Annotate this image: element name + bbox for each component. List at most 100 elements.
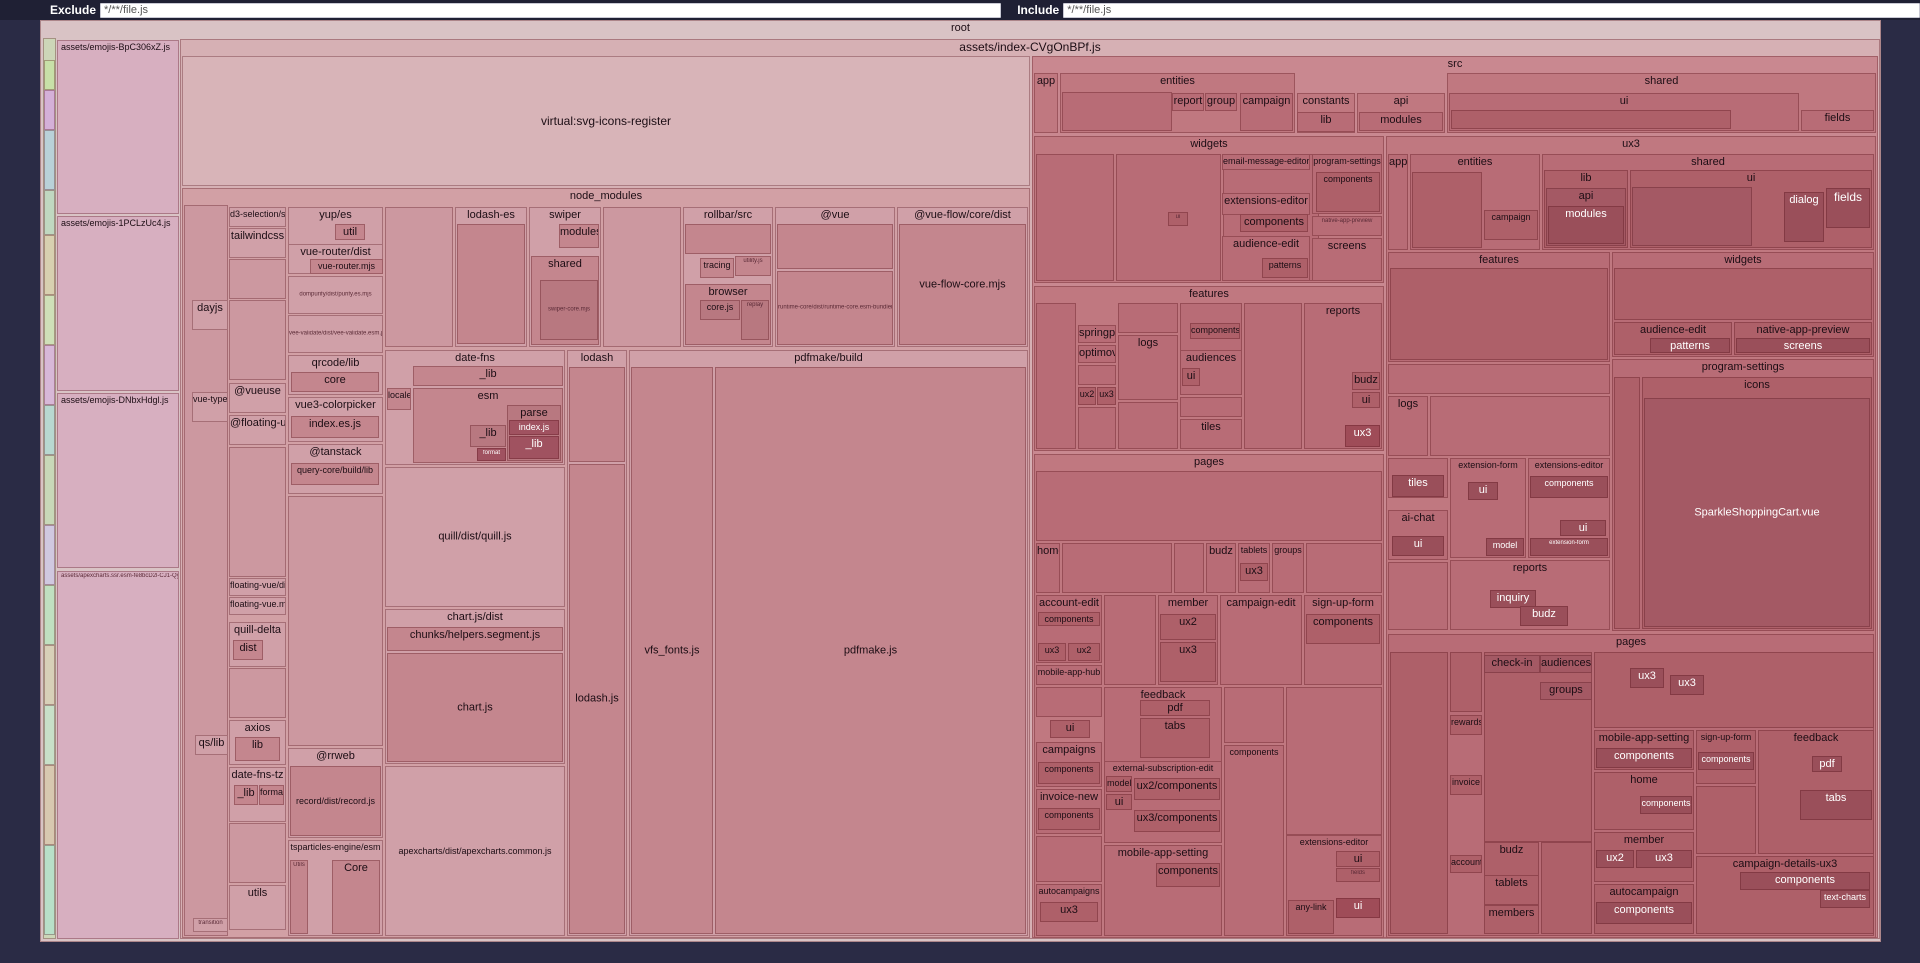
rollbar-replay[interactable]: replay (741, 300, 769, 340)
widgets-screens[interactable]: screens (1312, 238, 1382, 281)
esm-format[interactable]: format (477, 448, 506, 461)
ext-editor-ui2[interactable]: ui (1336, 898, 1380, 918)
tiny-chunk[interactable] (44, 525, 55, 585)
vue-router-mjs[interactable]: vue-router.mjs (310, 259, 383, 274)
ext-editor-ui[interactable]: ui (1560, 520, 1606, 536)
floating-vue[interactable]: floating-vue/dist (229, 578, 286, 596)
rollbar-utility[interactable]: utility.js (735, 256, 771, 276)
lodash-js[interactable]: lodash.js (569, 464, 625, 934)
pages-files[interactable] (1036, 687, 1102, 717)
pages-files[interactable] (1174, 543, 1204, 593)
node-modules-pkg[interactable] (603, 207, 681, 347)
vue-flow-core[interactable]: vue-flow-core.mjs (899, 224, 1026, 345)
feedback-tabs[interactable]: tabs (1800, 790, 1872, 820)
ux3-screens[interactable]: screens (1736, 338, 1870, 353)
ux3-account[interactable]: account (1450, 855, 1482, 873)
quill[interactable]: quill/dist/quill.js (385, 467, 565, 607)
colorpicker-index[interactable]: index.es.js (291, 416, 379, 438)
ux3-patterns[interactable]: patterns (1650, 338, 1730, 353)
features-ux2[interactable]: ux2 (1078, 387, 1096, 405)
vee-validate[interactable]: vee-validate/dist/vee-validate.esm.js (288, 315, 383, 353)
node-modules-pkg[interactable] (229, 447, 286, 577)
floating-vue-mjs[interactable]: floating-vue.mjs (229, 597, 286, 615)
entities-campaign[interactable]: campaign (1240, 93, 1293, 131)
node-modules-pkg[interactable] (288, 496, 383, 746)
tsparticles-utils[interactable]: Utils (290, 860, 308, 934)
reports-ui[interactable]: ui (1352, 392, 1380, 408)
account-edit-ux3[interactable]: ux3 (1038, 643, 1066, 661)
pages-files[interactable] (1036, 471, 1382, 541)
ux3-groups[interactable]: groups (1540, 682, 1592, 700)
sign-up-form-components[interactable]: components (1698, 752, 1754, 770)
ux3-audiences[interactable]: audiences (1540, 655, 1592, 673)
ux3-features-files[interactable] (1388, 364, 1610, 394)
ux3-page-ux3[interactable]: ux3 (1630, 668, 1664, 688)
tailwindcss[interactable]: tailwindcss (229, 228, 286, 258)
pages-files[interactable] (1036, 836, 1102, 882)
account-edit-ux2[interactable]: ux2 (1068, 643, 1100, 661)
pages-files[interactable] (1104, 595, 1156, 685)
ux3-dialog[interactable]: dialog (1784, 192, 1824, 242)
tiny-chunk[interactable] (44, 235, 55, 295)
vueuse[interactable]: @vueuse (229, 383, 286, 413)
lodash-files[interactable] (569, 367, 625, 462)
ux2-components[interactable]: ux2/components (1134, 778, 1220, 800)
cd-text-charts[interactable]: text-charts (1820, 890, 1870, 908)
lodash-es-files[interactable] (457, 224, 525, 344)
home-components[interactable]: components (1640, 796, 1692, 814)
node-modules-pkg[interactable] (229, 823, 286, 883)
query-core[interactable]: query-core/build/lib (291, 463, 379, 485)
qrcode-core[interactable]: core (291, 372, 379, 392)
ux3-budz[interactable]: budz (1484, 842, 1539, 877)
vfs-fonts[interactable]: vfs_fonts.js (631, 367, 713, 934)
shared-fields[interactable]: fields (1801, 110, 1874, 131)
apexcharts[interactable]: apexcharts/dist/apexcharts.common.js (385, 766, 565, 936)
ux3-pages-files[interactable] (1594, 652, 1874, 728)
tiny-chunk[interactable] (44, 585, 55, 645)
optimove[interactable]: optimove (1078, 345, 1116, 363)
autocampaign-components[interactable]: components (1596, 902, 1692, 924)
features-files[interactable] (1180, 397, 1242, 417)
tiny-chunk[interactable] (44, 455, 55, 525)
ux3-shared-modules[interactable]: modules (1548, 206, 1624, 244)
widgets-files[interactable] (1036, 154, 1114, 281)
features-components[interactable]: components (1190, 323, 1240, 339)
tiny-chunk[interactable] (44, 90, 55, 130)
ux3-features-files[interactable] (1390, 268, 1608, 360)
features-files[interactable] (1078, 365, 1116, 385)
reports-budz[interactable]: budz (1352, 372, 1380, 390)
feedback-tabs[interactable]: tabs (1140, 718, 1210, 758)
ux3-invoice[interactable]: invoice (1450, 775, 1482, 795)
tiny-chunk[interactable] (44, 845, 55, 935)
date-fns-locale[interactable]: locale (387, 388, 411, 410)
ux3-check-in[interactable]: check-in (1484, 655, 1540, 673)
floating-ui[interactable]: @floating-ui (229, 415, 286, 445)
quill-delta-dist[interactable]: dist (233, 640, 263, 660)
member-ux3[interactable]: ux3 (1636, 850, 1692, 868)
pages-components[interactable]: components (1224, 745, 1284, 936)
mobile-app-setting[interactable]: mobile-app-setting (1104, 845, 1222, 936)
ux3-fields[interactable]: fields (1826, 188, 1870, 228)
pages-ui[interactable]: ui (1050, 720, 1090, 738)
invoice-new-components[interactable]: components (1038, 808, 1100, 830)
features-files[interactable] (1118, 402, 1178, 449)
parse-lib[interactable]: _lib (509, 436, 559, 459)
ux3-pages-files[interactable] (1390, 652, 1448, 934)
features-files[interactable] (1036, 303, 1076, 449)
features-ux3[interactable]: ux3 (1097, 387, 1116, 405)
member-ux2[interactable]: ux2 (1596, 850, 1634, 868)
ux3-features-files[interactable] (1430, 396, 1610, 456)
emoji-chunk[interactable]: assets/emojis-DNbxHdgl.js (57, 393, 179, 568)
chart-helpers[interactable]: chunks/helpers.segment.js (387, 627, 563, 651)
tiny-chunk[interactable] (44, 295, 55, 345)
feedback-pdf[interactable]: pdf (1812, 756, 1842, 772)
apexcharts-chunk[interactable]: assets/apexcharts.ssr.esm-fe8bcD2l-CJ1-Q… (57, 571, 179, 939)
src-lib[interactable]: lib (1297, 112, 1355, 132)
tiny-chunk[interactable] (44, 345, 55, 405)
member-ux3[interactable]: ux3 (1160, 642, 1216, 682)
vue-files[interactable] (777, 224, 893, 269)
date-fns-lib[interactable]: _lib (413, 366, 563, 386)
ux3-page-ux3b[interactable]: ux3 (1670, 675, 1704, 695)
ux3-widgets-files[interactable] (1614, 268, 1872, 320)
sparkle-shopping-cart[interactable]: SparkleShoppingCart.vue (1644, 398, 1870, 627)
